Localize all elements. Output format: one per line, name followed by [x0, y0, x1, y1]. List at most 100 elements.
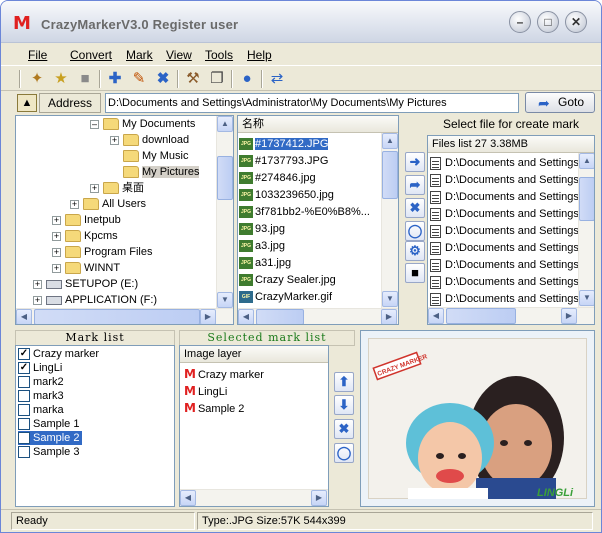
file-list[interactable]: 名称 JPG #1737412.JPG JPG #1737793.JPG JPG #2… [237, 115, 399, 325]
add-all-button[interactable]: ➦ [405, 175, 425, 195]
selected-mark-list[interactable]: Image layer M Crazy marker M LingLi M Sampl… [179, 345, 329, 507]
expand-icon[interactable]: + [33, 295, 42, 305]
wand-icon[interactable]: ✦ [27, 69, 47, 89]
scroll-right-icon[interactable]: ▶ [561, 308, 577, 324]
checkbox[interactable] [18, 390, 30, 403]
scroll-down-icon[interactable]: ▼ [579, 290, 594, 306]
mark-item-selected[interactable]: Sample 2 [18, 431, 83, 445]
scroll-left-icon[interactable]: ◀ [428, 308, 444, 324]
list-item[interactable]: D:\Documents and Settings' [430, 274, 581, 290]
expand-icon[interactable]: + [110, 135, 119, 145]
tree-vscrollbar[interactable]: ▲ ▼ [216, 116, 233, 308]
file-item[interactable]: JPG #1737412.JPG [239, 136, 329, 152]
mark-item[interactable]: mark3 [18, 389, 67, 403]
scroll-thumb[interactable] [579, 177, 594, 221]
tree-item[interactable]: My Music [123, 148, 188, 164]
scroll-down-icon[interactable]: ▼ [382, 291, 398, 307]
selected-mark-hscrollbar[interactable]: ◀ ▶ [180, 489, 328, 506]
goto-button[interactable]: ➦ Goto [525, 92, 595, 113]
files-vscrollbar[interactable]: ▲ ▼ [381, 133, 398, 308]
mark-item[interactable]: marka [18, 403, 67, 417]
checkbox-checked[interactable]: ✓ [18, 348, 30, 361]
tree-item[interactable]: + WINNT [52, 260, 120, 276]
move-up-button[interactable]: ⬆ [334, 372, 354, 392]
tree-item[interactable]: + Program Files [52, 244, 152, 260]
scroll-thumb[interactable] [256, 309, 304, 324]
folder-tree[interactable]: – My Documents + download My Music My Pict… [15, 115, 234, 325]
add-icon[interactable]: ✚ [105, 69, 125, 89]
list-item[interactable]: D:\Documents and Settings' [430, 291, 581, 307]
checkbox[interactable] [18, 418, 30, 431]
up-folder-icon[interactable]: ▲ [17, 94, 37, 112]
tree-item[interactable]: + Inetpub [52, 212, 121, 228]
tree-item[interactable]: + download [110, 132, 189, 148]
checkbox[interactable] [18, 446, 30, 459]
scroll-left-icon[interactable]: ◀ [238, 309, 254, 324]
hammer-icon[interactable]: ⚒ [183, 69, 203, 89]
checkbox[interactable] [18, 404, 30, 417]
file-item[interactable]: JPG #1737793.JPG [239, 153, 328, 169]
scroll-up-icon[interactable]: ▲ [382, 133, 398, 149]
scroll-thumb[interactable] [34, 309, 200, 324]
file-item[interactable]: JPG #274846.jpg [239, 170, 316, 186]
file-item[interactable]: JPG Crazy Sealer.jpg [239, 272, 336, 288]
create-mark-list[interactable]: Files list 27 3.38MB D:\Documents and Se… [427, 135, 595, 325]
tree-item[interactable]: + SETUPOP (E:) [33, 276, 138, 292]
open-icon[interactable]: ★ [51, 69, 71, 89]
mark-item[interactable]: ✓ LingLi [18, 361, 65, 375]
files-hscrollbar[interactable]: ◀ ▶ [238, 308, 398, 324]
create-mark-hscrollbar[interactable]: ◀ ▶ [428, 307, 594, 324]
mark-item[interactable]: Sample 3 [18, 445, 82, 459]
list-item[interactable]: D:\Documents and Settings' [430, 257, 581, 273]
tree-item-selected[interactable]: My Pictures [123, 164, 200, 180]
close-button[interactable]: ✕ [565, 11, 587, 33]
remove-mark-button[interactable]: ✖ [334, 419, 354, 439]
remove-file-button[interactable]: ✖ [405, 198, 425, 218]
selected-mark-item[interactable]: M LingLi [184, 383, 227, 400]
scroll-down-icon[interactable]: ▼ [217, 292, 233, 308]
expand-icon[interactable]: + [52, 231, 61, 241]
expand-icon[interactable]: + [52, 247, 61, 257]
stop-button[interactable]: ■ [405, 263, 425, 283]
checkbox[interactable] [18, 432, 30, 445]
mark-item[interactable]: ✓ Crazy marker [18, 347, 102, 361]
scroll-right-icon[interactable]: ▶ [200, 309, 216, 324]
scroll-up-icon[interactable]: ▲ [579, 153, 594, 169]
list-item[interactable]: D:\Documents and Settings' [430, 172, 581, 188]
file-column-header[interactable]: 名称 [238, 116, 398, 133]
mark-item[interactable]: mark2 [18, 375, 67, 389]
menu-help[interactable]: Help [247, 48, 272, 62]
maximize-button[interactable]: □ [537, 11, 559, 33]
clear-marks-button[interactable]: ◯ [334, 443, 354, 463]
file-item[interactable]: GIF CrazyMarker.gif [239, 289, 332, 305]
expand-icon[interactable]: + [70, 199, 79, 209]
scroll-right-icon[interactable]: ▶ [311, 490, 327, 506]
scroll-left-icon[interactable]: ◀ [180, 490, 196, 506]
checkbox-checked[interactable]: ✓ [18, 362, 30, 375]
add-file-button[interactable]: ➜ [405, 152, 425, 172]
scroll-right-icon[interactable]: ▶ [381, 309, 397, 324]
delete-icon[interactable]: ✖ [153, 69, 173, 89]
edit-icon[interactable]: ✎ [129, 69, 149, 89]
tree-item[interactable]: – My Documents [90, 116, 195, 132]
tree-item[interactable]: + 桌面 [90, 180, 144, 196]
mark-item[interactable]: Sample 1 [18, 417, 82, 431]
menu-tools[interactable]: Tools [205, 48, 233, 62]
tree-hscrollbar[interactable]: ◀ ▶ [16, 308, 233, 324]
file-item[interactable]: JPG 1033239650.jpg [239, 187, 334, 203]
expand-icon[interactable]: + [33, 279, 42, 289]
list-item[interactable]: D:\Documents and Settings' [430, 240, 581, 256]
checkbox[interactable] [18, 376, 30, 389]
help-icon[interactable]: ● [237, 69, 257, 89]
minimize-button[interactable]: – [509, 11, 531, 33]
scroll-left-icon[interactable]: ◀ [16, 309, 32, 324]
expand-icon[interactable]: + [52, 263, 61, 273]
window-icon[interactable]: ❐ [207, 69, 227, 89]
scroll-thumb[interactable] [446, 308, 516, 324]
exit-icon[interactable]: ⇄ [267, 69, 287, 89]
list-item[interactable]: D:\Documents and Settings' [430, 189, 581, 205]
expand-icon[interactable]: + [52, 215, 61, 225]
list-item[interactable]: D:\Documents and Settings' [430, 155, 581, 171]
tree-item[interactable]: + APPLICATION (F:) [33, 292, 157, 308]
list-item[interactable]: D:\Documents and Settings' [430, 206, 581, 222]
